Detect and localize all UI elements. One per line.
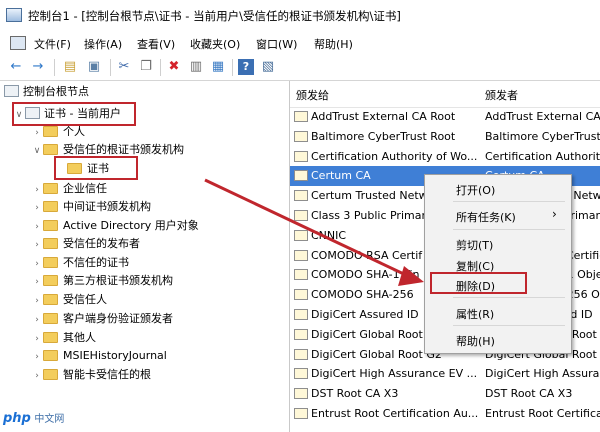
annotation-arrow	[204, 178, 424, 286]
watermark: php 中文网	[3, 410, 64, 426]
watermark-text: 中文网	[34, 414, 65, 425]
php-logo: php	[3, 411, 31, 426]
